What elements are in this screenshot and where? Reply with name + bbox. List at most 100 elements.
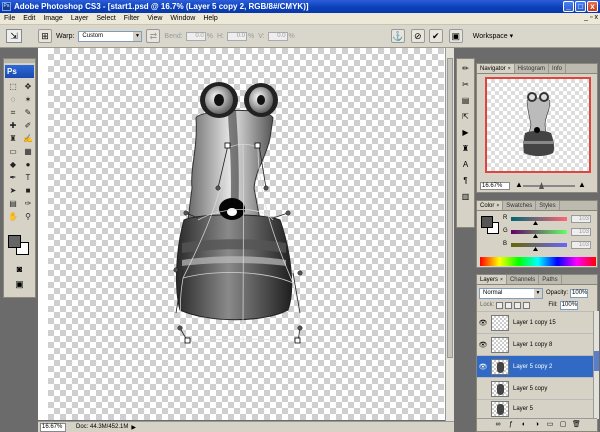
- info-panel-icon[interactable]: ▥: [458, 190, 473, 203]
- magic-wand-tool-icon[interactable]: ✶: [21, 94, 35, 105]
- commit-transform-icon[interactable]: ✔: [428, 29, 443, 43]
- blue-slider-knob[interactable]: [533, 247, 538, 251]
- menu-view[interactable]: View: [143, 13, 166, 25]
- menu-help[interactable]: Help: [199, 13, 221, 25]
- green-slider[interactable]: [511, 230, 567, 234]
- tab-paths[interactable]: Paths: [539, 275, 562, 284]
- brushes-panel-icon[interactable]: ✏: [458, 62, 473, 75]
- layer-style-icon[interactable]: ƒ: [507, 421, 515, 429]
- screen-mode-icon[interactable]: ▣: [13, 279, 26, 289]
- clone-source-panel-icon[interactable]: ♜: [458, 142, 473, 155]
- layer-mask-icon[interactable]: ◐: [520, 421, 528, 429]
- trash-icon[interactable]: 🗑: [572, 421, 581, 429]
- tab-channels[interactable]: Channels: [507, 275, 540, 284]
- close-icon[interactable]: ×: [500, 277, 503, 283]
- workspace-menu[interactable]: Workspace ▾: [473, 32, 513, 40]
- actions-panel-icon[interactable]: ▶: [458, 126, 473, 139]
- eye-icon[interactable]: 👁: [477, 363, 489, 371]
- maximize-button[interactable]: □: [575, 1, 586, 12]
- navigator-zoom-field[interactable]: 16.67%: [480, 182, 510, 190]
- fill-field[interactable]: 100%: [559, 300, 578, 310]
- layer-row[interactable]: 👁 Layer 1 copy 15: [477, 311, 593, 333]
- opacity-field[interactable]: 100%: [570, 288, 589, 298]
- pen-tool-icon[interactable]: ✒: [6, 172, 20, 183]
- close-button[interactable]: x: [587, 1, 598, 12]
- zoom-out-icon[interactable]: ▲: [515, 180, 523, 189]
- minimize-button[interactable]: _: [563, 1, 574, 12]
- document-scroll-thumb[interactable]: [447, 58, 453, 358]
- crop-tool-icon[interactable]: ⌗: [6, 107, 20, 118]
- warp-select[interactable]: Custom ▼: [78, 30, 143, 42]
- doc-close-button[interactable]: x: [595, 14, 599, 21]
- new-layer-icon[interactable]: ▢: [559, 421, 567, 429]
- dodge-tool-icon[interactable]: ●: [21, 159, 35, 170]
- tab-layers[interactable]: Layers ×: [477, 275, 507, 284]
- tab-info[interactable]: Info: [549, 64, 566, 73]
- tool-preset-picker[interactable]: ⇲: [6, 29, 22, 43]
- toolbox-grip[interactable]: [4, 59, 35, 63]
- v-field[interactable]: 0.0: [267, 31, 288, 41]
- color-foreground-swatch[interactable]: [481, 216, 493, 228]
- close-icon[interactable]: ×: [496, 203, 499, 209]
- doc-minimize-button[interactable]: _: [584, 14, 588, 21]
- history-panel-icon[interactable]: ⇱: [458, 110, 473, 123]
- eyedropper-tool-icon[interactable]: ✑: [21, 198, 35, 209]
- blend-mode-select[interactable]: Normal ▼: [479, 287, 543, 299]
- lock-all-icon[interactable]: [523, 301, 531, 309]
- character-panel-icon[interactable]: A: [458, 158, 473, 171]
- navigator-preview[interactable]: [485, 77, 591, 173]
- quick-mask-icon[interactable]: ◙: [13, 264, 26, 274]
- tool-presets-panel-icon[interactable]: ✂: [458, 78, 473, 91]
- navigator-zoom-slider[interactable]: [523, 182, 575, 189]
- notes-tool-icon[interactable]: ▤: [6, 198, 20, 209]
- menu-select[interactable]: Select: [92, 13, 119, 25]
- clone-stamp-tool-icon[interactable]: ♜: [6, 133, 20, 144]
- layers-scroll-thumb[interactable]: [594, 351, 599, 371]
- marquee-tool-icon[interactable]: ⬚: [6, 81, 20, 92]
- layers-scrollbar[interactable]: [593, 311, 599, 419]
- tab-styles[interactable]: Styles: [536, 201, 560, 210]
- tab-histogram[interactable]: Histogram: [515, 64, 549, 73]
- slice-tool-icon[interactable]: ✎: [21, 107, 35, 118]
- h-field[interactable]: 0.0: [226, 31, 247, 41]
- close-icon[interactable]: ×: [508, 66, 511, 72]
- tab-navigator[interactable]: Navigator ×: [477, 64, 515, 73]
- menu-layer[interactable]: Layer: [67, 13, 93, 25]
- tab-swatches[interactable]: Swatches: [503, 201, 537, 210]
- change-warp-orientation-icon[interactable]: ⇄: [146, 29, 161, 43]
- red-slider-knob[interactable]: [533, 221, 538, 225]
- layer-row[interactable]: 👁 Layer 1 copy 8: [477, 333, 593, 355]
- cancel-transform-icon[interactable]: ⊘: [410, 29, 425, 43]
- eye-icon[interactable]: 👁: [477, 341, 489, 349]
- menu-image[interactable]: Image: [39, 13, 66, 25]
- zoom-in-icon[interactable]: ▲: [578, 180, 586, 189]
- layer-row[interactable]: Layer 5 copy: [477, 377, 593, 399]
- status-menu-arrow-icon[interactable]: ▶: [131, 424, 136, 431]
- layer-row-selected[interactable]: 👁 Layer 5 copy 2: [477, 355, 593, 377]
- path-selection-tool-icon[interactable]: ➤: [6, 185, 20, 196]
- new-group-icon[interactable]: ▭: [546, 421, 554, 429]
- doc-restore-button[interactable]: ▫: [590, 14, 592, 21]
- status-zoom-field[interactable]: 16.67%: [40, 422, 66, 432]
- red-value[interactable]: 103: [571, 215, 591, 223]
- move-tool-icon[interactable]: ✥: [21, 81, 35, 92]
- blur-tool-icon[interactable]: ◆: [6, 159, 20, 170]
- type-tool-icon[interactable]: T: [21, 172, 35, 183]
- lasso-tool-icon[interactable]: ◌: [6, 94, 20, 105]
- blue-value[interactable]: 103: [571, 241, 591, 249]
- anchor-icon[interactable]: ⚓: [390, 29, 405, 43]
- adjustment-layer-icon[interactable]: ◑: [533, 421, 541, 429]
- layer-comps-panel-icon[interactable]: ▤: [458, 94, 473, 107]
- history-brush-tool-icon[interactable]: ✍: [21, 133, 35, 144]
- navigator-slider-knob[interactable]: [539, 182, 544, 189]
- bridge-icon[interactable]: ▣: [448, 29, 463, 43]
- lock-image-pixels-icon[interactable]: [505, 301, 513, 309]
- red-slider[interactable]: [511, 217, 567, 221]
- blue-slider[interactable]: [511, 243, 567, 247]
- menu-filter[interactable]: Filter: [120, 13, 144, 25]
- warp-mode-icon[interactable]: ⊞: [38, 29, 52, 43]
- tab-color[interactable]: Color ×: [477, 201, 504, 210]
- menu-edit[interactable]: Edit: [19, 13, 39, 25]
- layer-row[interactable]: Layer 5: [477, 399, 593, 418]
- paragraph-panel-icon[interactable]: ¶: [458, 174, 473, 187]
